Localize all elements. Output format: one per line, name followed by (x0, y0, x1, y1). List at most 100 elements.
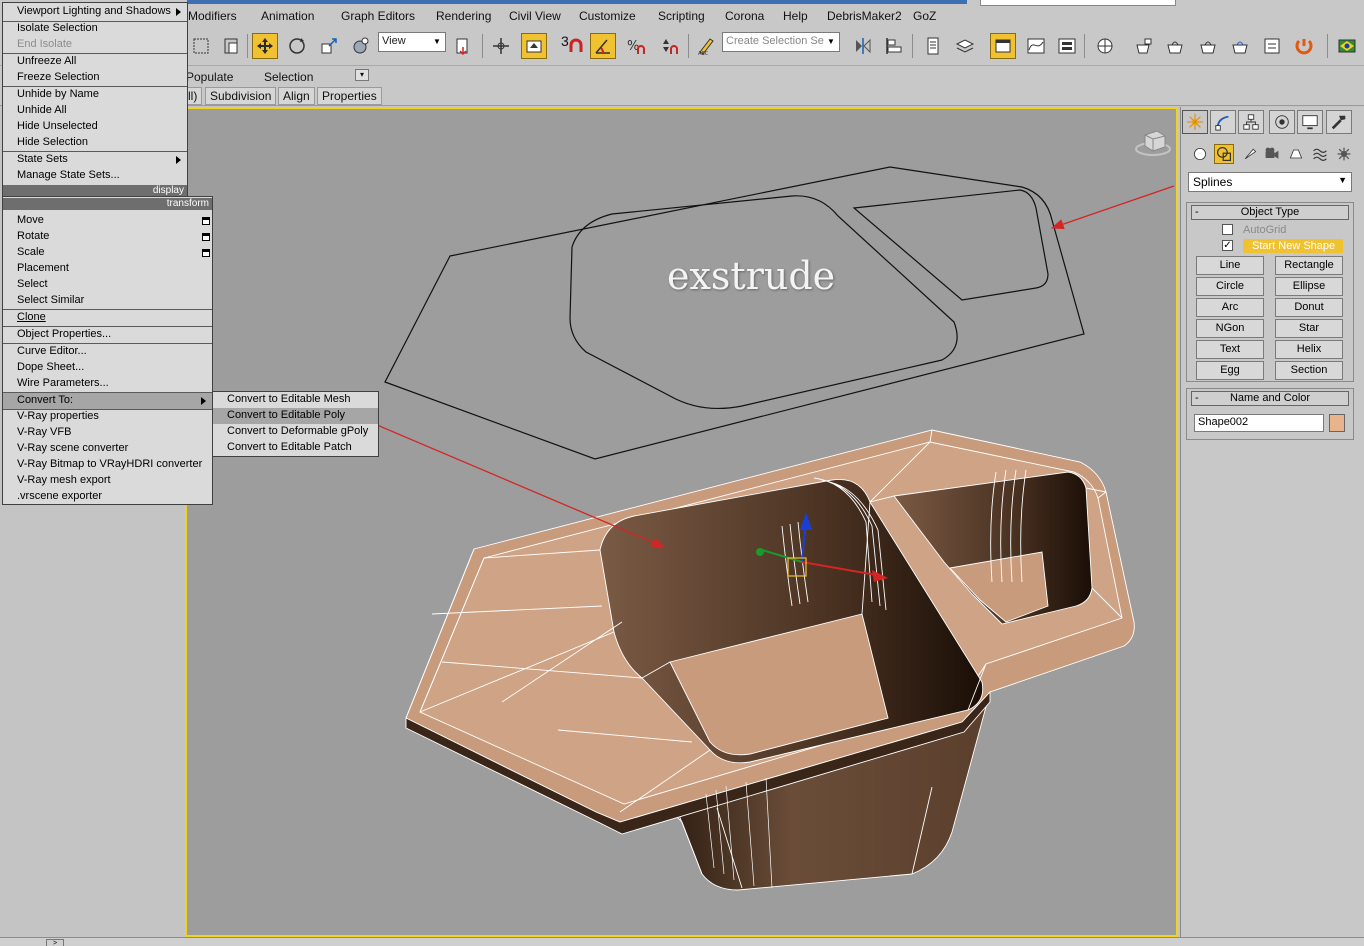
menu-graph-editors[interactable]: Graph Editors (341, 9, 415, 23)
ribbon-toggle-icon[interactable] (990, 33, 1016, 59)
geometry-icon[interactable] (1190, 144, 1210, 164)
keyboard-shortcut-icon[interactable] (521, 33, 547, 59)
menu-item-isolate-selection[interactable]: Isolate Selection (3, 21, 187, 37)
options-box-icon[interactable] (202, 249, 210, 257)
menu-item-vrscene-exporter[interactable]: .vrscene exporter (3, 489, 212, 505)
line-button[interactable]: Line (1196, 256, 1264, 275)
menu-item-wire-parameters[interactable]: Wire Parameters... (3, 376, 212, 392)
ribbon-tab-properties[interactable]: Properties (317, 87, 382, 105)
menu-item-vray-bitmap-converter[interactable]: V-Ray Bitmap to VRayHDRI converter (3, 457, 212, 473)
shape-category-dropdown[interactable]: Splines ▼ (1188, 172, 1352, 192)
scale-icon[interactable] (316, 33, 342, 59)
menu-item-hide-unselected[interactable]: Hide Unselected (3, 119, 187, 135)
name-and-color-header[interactable]: - Name and Color (1191, 391, 1349, 406)
curve-editor-icon[interactable] (1023, 33, 1049, 59)
menu-item-scale[interactable]: Scale (3, 245, 212, 261)
edit-named-selection-icon[interactable]: ABC (693, 33, 719, 59)
rendered-frame-icon[interactable] (1162, 33, 1188, 59)
menu-help[interactable]: Help (783, 9, 808, 23)
menu-item-freeze-selection[interactable]: Freeze Selection (3, 70, 187, 86)
menu-item-object-properties[interactable]: Object Properties... (3, 327, 212, 343)
object-name-field[interactable]: Shape002 (1194, 414, 1324, 432)
menu-item-curve-editor[interactable]: Curve Editor... (3, 344, 212, 360)
angle-snap-icon[interactable] (590, 33, 616, 59)
menu-item-convert-deformable-gpoly[interactable]: Convert to Deformable gPoly (213, 424, 378, 440)
menu-item-viewport-lighting[interactable]: Viewport Lighting and Shadows (3, 4, 187, 20)
menu-item-clone[interactable]: Clone (3, 310, 212, 326)
viewcube-icon[interactable] (1135, 127, 1171, 157)
section-button[interactable]: Section (1275, 361, 1343, 380)
manipulate-icon[interactable] (488, 33, 514, 59)
modify-tab-icon[interactable] (1210, 110, 1236, 134)
menu-item-convert-editable-mesh[interactable]: Convert to Editable Mesh (213, 392, 378, 408)
named-selection-dropdown[interactable]: Create Selection Se ▼ (722, 32, 840, 52)
ribbon-selection[interactable]: Selection (264, 70, 313, 84)
place-icon[interactable] (348, 33, 374, 59)
menu-item-manage-state-sets[interactable]: Manage State Sets... (3, 168, 187, 184)
autogrid-checkbox[interactable] (1222, 224, 1233, 235)
menu-civil-view[interactable]: Civil View (509, 9, 561, 23)
menu-rendering[interactable]: Rendering (436, 9, 491, 23)
align-icon[interactable] (882, 33, 908, 59)
menu-item-state-sets[interactable]: State Sets (3, 152, 187, 168)
reference-coordinate-dropdown[interactable]: View ▼ (378, 32, 446, 52)
menu-item-vray-scene-converter[interactable]: V-Ray scene converter (3, 441, 212, 457)
menu-customize[interactable]: Customize (579, 9, 636, 23)
vray-icon[interactable] (1334, 33, 1360, 59)
display-tab-icon[interactable] (1297, 110, 1323, 134)
menu-item-select-similar[interactable]: Select Similar (3, 293, 212, 309)
menu-item-vray-mesh-export[interactable]: V-Ray mesh export (3, 473, 212, 489)
menu-item-unhide-by-name[interactable]: Unhide by Name (3, 87, 187, 103)
start-new-shape-button[interactable]: Start New Shape (1243, 239, 1343, 253)
menu-debrismaker2[interactable]: DebrisMaker2 (827, 9, 902, 23)
window-crossing-icon[interactable] (218, 33, 244, 59)
utilities-tab-icon[interactable] (1326, 110, 1352, 134)
menu-item-move[interactable]: Move (3, 213, 212, 229)
hierarchy-tab-icon[interactable] (1238, 110, 1264, 134)
menu-item-unfreeze-all[interactable]: Unfreeze All (3, 54, 187, 70)
pivot-icon[interactable] (450, 33, 476, 59)
options-box-icon[interactable] (202, 217, 210, 225)
menu-item-rotate[interactable]: Rotate (3, 229, 212, 245)
menu-item-convert-to[interactable]: Convert To: (3, 393, 212, 409)
menu-item-select[interactable]: Select (3, 277, 212, 293)
menu-goz[interactable]: GoZ (913, 9, 936, 23)
render-setup-icon[interactable] (1130, 33, 1156, 59)
menu-item-vray-vfb[interactable]: V-Ray VFB (3, 425, 212, 441)
lights-icon[interactable] (1240, 144, 1260, 164)
menu-item-unhide-all[interactable]: Unhide All (3, 103, 187, 119)
move-icon[interactable] (252, 33, 278, 59)
search-box[interactable] (980, 0, 1176, 6)
render-icon[interactable] (1195, 33, 1221, 59)
space-warps-icon[interactable] (1310, 144, 1330, 164)
select-region-icon[interactable] (188, 33, 214, 59)
menu-item-hide-selection[interactable]: Hide Selection (3, 135, 187, 151)
ribbon-options-dropdown[interactable]: ▾ (355, 69, 369, 81)
mirror-icon[interactable] (850, 33, 876, 59)
rotate-icon[interactable] (284, 33, 310, 59)
systems-icon[interactable] (1334, 144, 1354, 164)
ribbon-tab-align[interactable]: Align (278, 87, 315, 105)
ribbon-tab-subdivision[interactable]: Subdivision (205, 87, 277, 105)
render-iterative-icon[interactable] (1227, 33, 1253, 59)
layer-icon[interactable] (952, 33, 978, 59)
menu-animation[interactable]: Animation (261, 9, 314, 23)
options-box-icon[interactable] (202, 233, 210, 241)
motion-tab-icon[interactable] (1269, 110, 1295, 134)
perspective-viewport[interactable]: exstrude (185, 107, 1178, 937)
egg-button[interactable]: Egg (1196, 361, 1264, 380)
menu-scripting[interactable]: Scripting (658, 9, 705, 23)
material-editor-icon[interactable] (1092, 33, 1118, 59)
rectangle-button[interactable]: Rectangle (1275, 256, 1343, 275)
donut-button[interactable]: Donut (1275, 298, 1343, 317)
percent-snap-icon[interactable]: % (622, 33, 648, 59)
menu-item-convert-editable-poly[interactable]: Convert to Editable Poly (213, 408, 378, 424)
arc-button[interactable]: Arc (1196, 298, 1264, 317)
object-color-swatch[interactable] (1329, 414, 1345, 432)
text-button[interactable]: Text (1196, 340, 1264, 359)
spinner-snap-icon[interactable] (656, 33, 682, 59)
menu-modifiers[interactable]: Modifiers (188, 9, 237, 23)
status-arrow-button[interactable]: > (46, 939, 64, 946)
corona-icon[interactable] (1291, 33, 1317, 59)
menu-corona[interactable]: Corona (725, 9, 764, 23)
